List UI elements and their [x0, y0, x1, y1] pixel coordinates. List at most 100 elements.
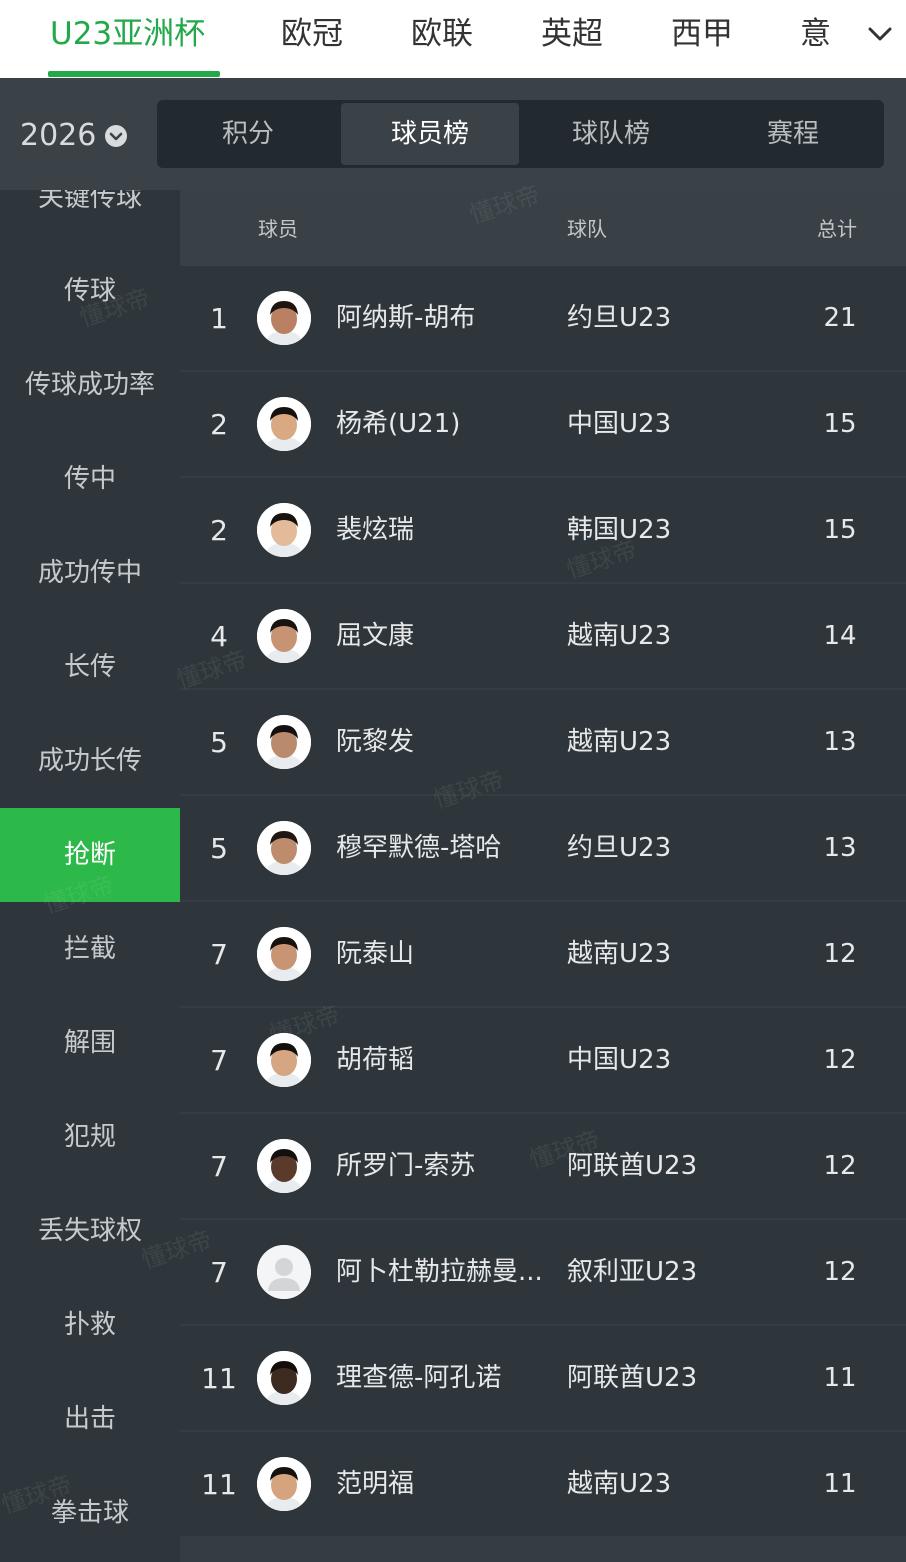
stat-total: 13 [823, 833, 857, 863]
tab-player-rankings[interactable]: 球员榜 [341, 103, 519, 165]
stats-segment-control: 积分 球员榜 球队榜 赛程 [157, 100, 884, 168]
player-name[interactable]: 所罗门-索苏 [336, 1148, 566, 1184]
sidebar-item-sweeper-actions[interactable]: 出击 [0, 1372, 180, 1466]
player-name[interactable]: 穆罕默德-塔哈 [336, 830, 566, 866]
table-row[interactable]: 5 穆罕默德-塔哈 约旦U23 13 [180, 796, 906, 900]
tab-standings[interactable]: 积分 [157, 100, 339, 168]
league-tab-u23-asian-cup[interactable]: U23亚洲杯 [50, 12, 205, 56]
sidebar-item-long-balls[interactable]: 长传 [0, 620, 180, 714]
player-team[interactable]: 叙利亚U23 [567, 1254, 697, 1290]
league-tab-uel[interactable]: 欧联 [411, 12, 473, 56]
table-row[interactable]: 2 杨希(U21) 中国U23 15 [180, 372, 906, 476]
player-rank: 5 [210, 726, 228, 759]
stat-total: 11 [823, 1469, 857, 1499]
table-row[interactable]: 11 理查德-阿孔诺 阿联酋U23 11 [180, 1326, 906, 1430]
player-avatar [257, 1351, 311, 1405]
player-team[interactable]: 约旦U23 [567, 830, 671, 866]
stat-total: 21 [823, 303, 857, 333]
player-team[interactable]: 越南U23 [567, 618, 671, 654]
column-header-player: 球员 [258, 217, 298, 241]
player-avatar [257, 927, 311, 981]
player-avatar [257, 715, 311, 769]
tab-team-rankings[interactable]: 球队榜 [520, 100, 702, 168]
player-name[interactable]: 阿纳斯-胡布 [336, 300, 566, 336]
player-team[interactable]: 越南U23 [567, 936, 671, 972]
player-name[interactable]: 裴炫瑞 [336, 512, 566, 548]
sidebar-item-possession-lost[interactable]: 丢失球权 [0, 1184, 180, 1278]
player-rank: 2 [210, 408, 228, 441]
league-tab-bar: U23亚洲杯 欧冠 欧联 英超 西甲 意 [0, 0, 906, 78]
table-row[interactable]: 7 胡荷韬 中国U23 12 [180, 1008, 906, 1112]
player-name[interactable]: 杨希(U21) [336, 406, 566, 442]
stat-total: 15 [823, 515, 857, 545]
player-team[interactable]: 约旦U23 [567, 300, 671, 336]
player-name[interactable]: 理查德-阿孔诺 [336, 1360, 566, 1396]
player-rank: 2 [210, 514, 228, 547]
table-row[interactable]: 7 阿卜杜勒拉赫曼... 叙利亚U23 12 [180, 1220, 906, 1324]
player-avatar [257, 397, 311, 451]
player-team[interactable]: 阿联酋U23 [567, 1360, 697, 1396]
season-label: 2026 [20, 118, 97, 153]
player-name[interactable]: 阮泰山 [336, 936, 566, 972]
stat-total: 13 [823, 727, 857, 757]
player-rank: 5 [210, 832, 228, 865]
stat-total: 12 [823, 939, 857, 969]
sidebar-item-successful-crosses[interactable]: 成功传中 [0, 526, 180, 620]
league-tab-serie-a-clipped[interactable]: 意 [800, 0, 842, 78]
sidebar-item-saves[interactable]: 扑救 [0, 1278, 180, 1372]
player-avatar [257, 821, 311, 875]
default-avatar-icon [257, 1245, 311, 1299]
stat-total: 11 [823, 1363, 857, 1393]
table-row[interactable]: 7 阮泰山 越南U23 12 [180, 902, 906, 1006]
column-header-total: 总计 [817, 217, 857, 241]
sidebar-item-successful-long-balls[interactable]: 成功长传 [0, 714, 180, 808]
tab-schedule[interactable]: 赛程 [702, 100, 884, 168]
league-tab-ucl[interactable]: 欧冠 [281, 12, 343, 56]
sidebar-item-passes[interactable]: 传球 [0, 244, 180, 338]
player-rank: 7 [210, 938, 228, 971]
player-avatar [257, 609, 311, 663]
player-avatar [257, 1033, 311, 1087]
active-tab-indicator [48, 71, 220, 77]
chevron-down-icon[interactable] [866, 20, 894, 48]
player-team[interactable]: 越南U23 [567, 724, 671, 760]
player-avatar [257, 1139, 311, 1193]
table-row[interactable]: 11 范明福 越南U23 11 [180, 1432, 906, 1536]
table-row[interactable]: 4 屈文康 越南U23 14 [180, 584, 906, 688]
player-name[interactable]: 屈文康 [336, 618, 566, 654]
player-rank: 1 [210, 302, 228, 335]
sidebar-item-tackles[interactable]: 抢断 [0, 808, 180, 902]
player-team[interactable]: 阿联酋U23 [567, 1148, 697, 1184]
player-name[interactable]: 阮黎发 [336, 724, 566, 760]
sidebar-item-pass-accuracy[interactable]: 传球成功率 [0, 338, 180, 432]
league-tab-laliga[interactable]: 西甲 [671, 12, 733, 56]
sidebar-item-punches[interactable]: 拳击球 [0, 1466, 180, 1560]
sidebar-item-fouls[interactable]: 犯规 [0, 1090, 180, 1184]
season-selector[interactable]: 2026 [20, 114, 128, 158]
league-tab-epl[interactable]: 英超 [541, 12, 603, 56]
filter-bar: 2026 积分 球员榜 球队榜 赛程 [0, 78, 906, 190]
stat-total: 12 [823, 1151, 857, 1181]
stat-total: 14 [823, 621, 857, 651]
player-rank: 4 [210, 620, 228, 653]
player-team[interactable]: 中国U23 [567, 406, 671, 442]
player-team[interactable]: 越南U23 [567, 1466, 671, 1502]
table-row[interactable]: 1 阿纳斯-胡布 约旦U23 21 [180, 266, 906, 370]
column-header-team: 球队 [567, 217, 607, 241]
player-avatar [257, 291, 311, 345]
sidebar-item-interceptions[interactable]: 拦截 [0, 902, 180, 996]
player-team[interactable]: 韩国U23 [567, 512, 671, 548]
sidebar-item-clearances[interactable]: 解围 [0, 996, 180, 1090]
table-row[interactable]: 5 阮黎发 越南U23 13 [180, 690, 906, 794]
player-name[interactable]: 范明福 [336, 1466, 566, 1502]
player-name[interactable]: 胡荷韬 [336, 1042, 566, 1078]
player-team[interactable]: 中国U23 [567, 1042, 671, 1078]
player-rank: 7 [210, 1150, 228, 1183]
table-row[interactable]: 2 裴炫瑞 韩国U23 15 [180, 478, 906, 582]
player-rank: 7 [210, 1256, 228, 1289]
player-avatar [257, 503, 311, 557]
sidebar-item-key-passes[interactable]: 关键传球 [0, 190, 180, 245]
sidebar-item-crosses[interactable]: 传中 [0, 432, 180, 526]
player-name[interactable]: 阿卜杜勒拉赫曼... [336, 1254, 566, 1290]
table-row[interactable]: 7 所罗门-索苏 阿联酋U23 12 [180, 1114, 906, 1218]
